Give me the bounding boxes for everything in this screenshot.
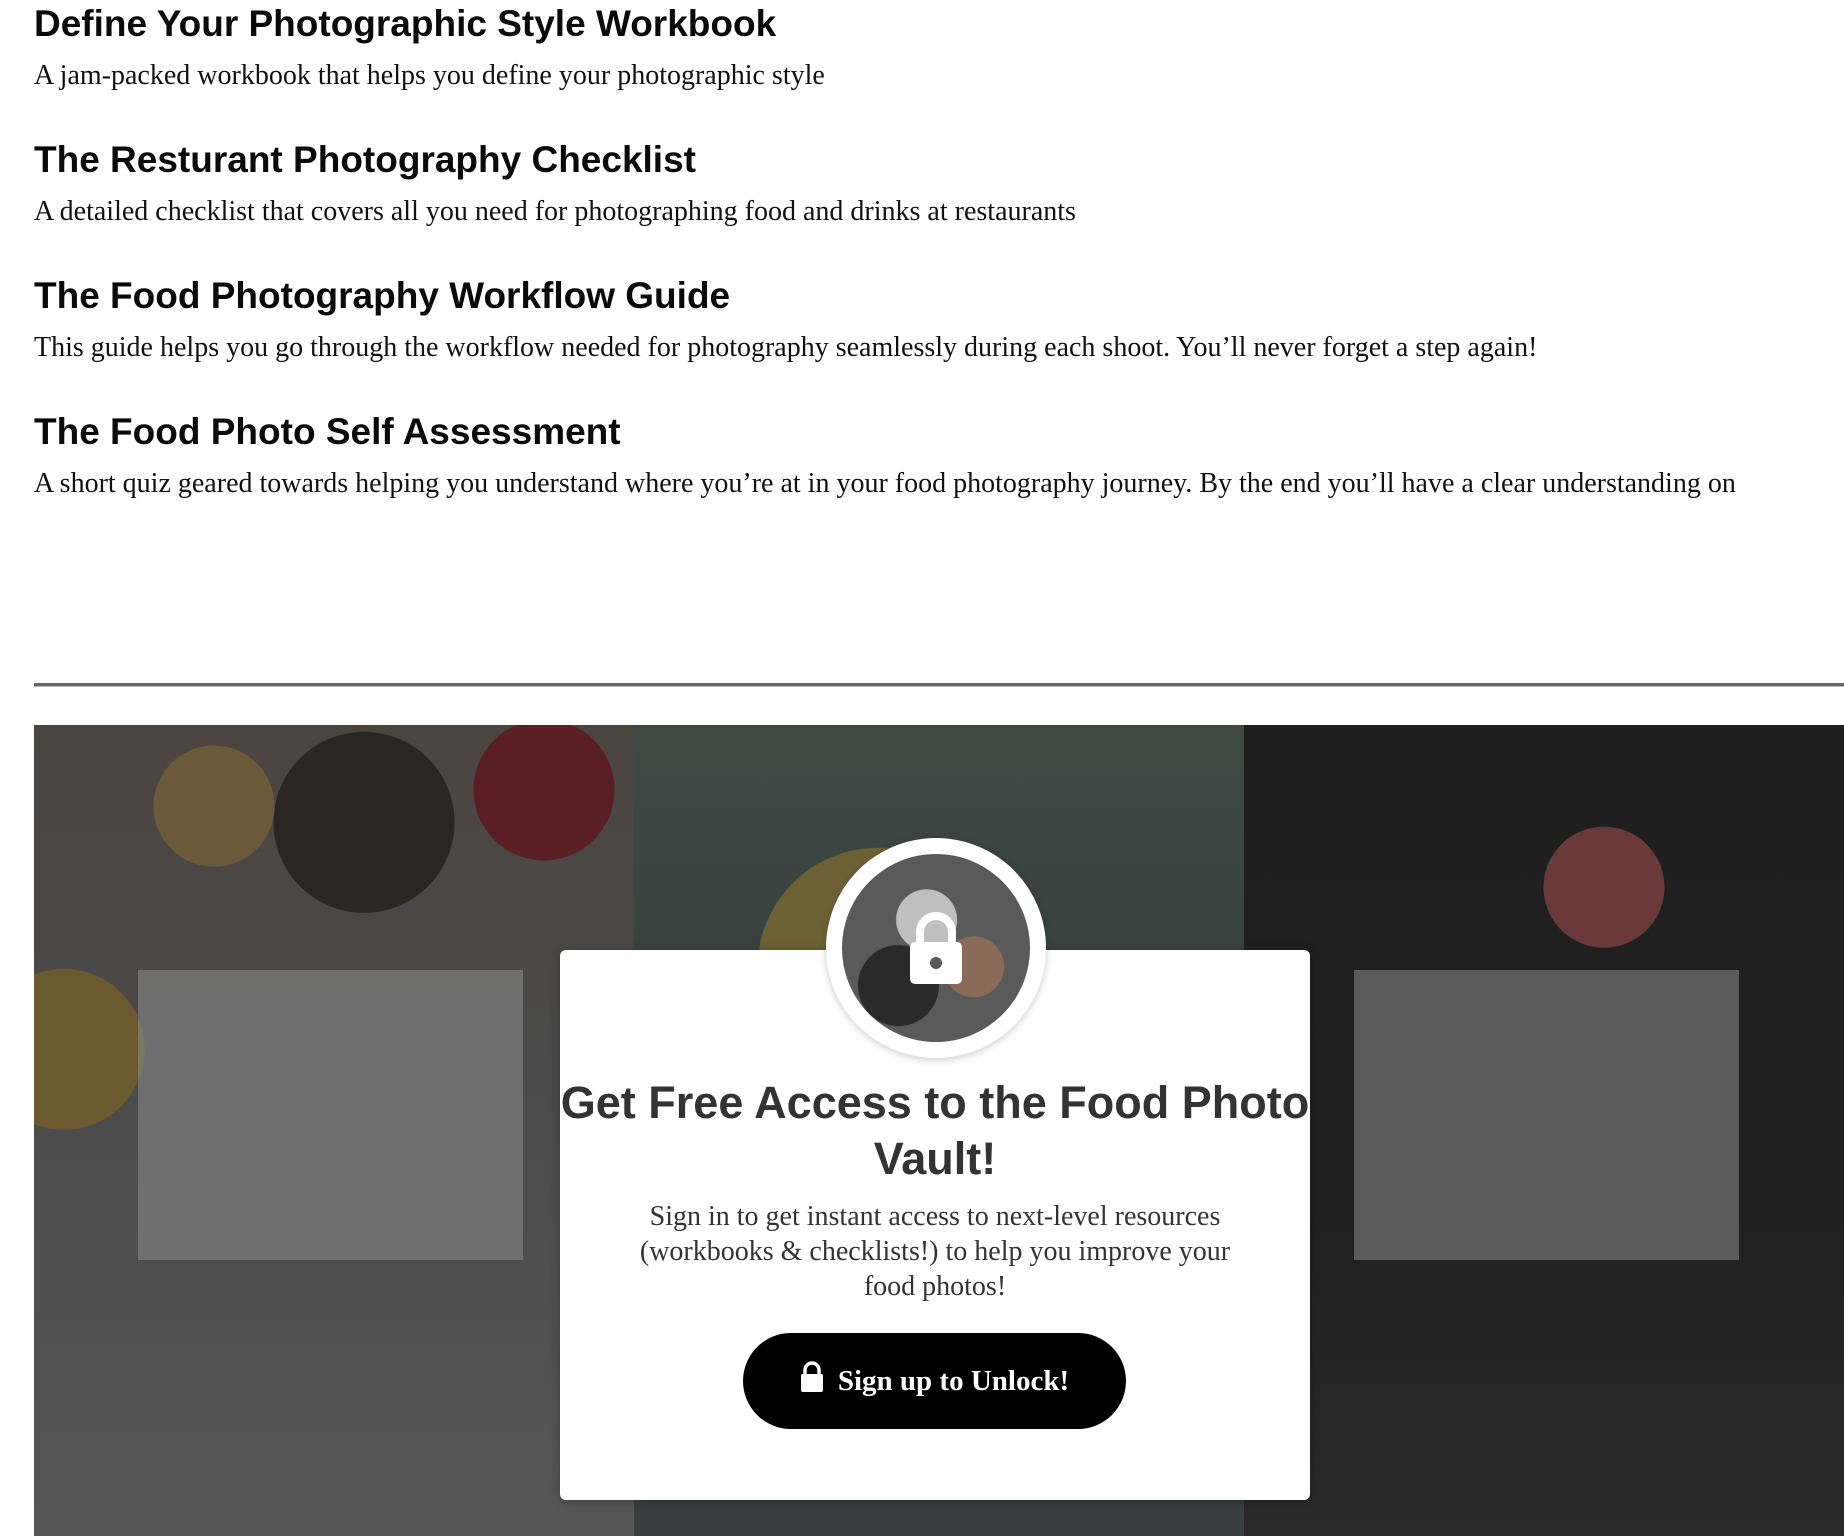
resource-description: A detailed checklist that covers all you… — [34, 196, 1076, 227]
resource-title: The Food Photo Self Assessment — [34, 411, 621, 452]
resource-description: A short quiz geared towards helping you … — [34, 468, 1736, 499]
blurred-card — [138, 970, 523, 1260]
blurred-card — [1354, 970, 1739, 1260]
button-label: Sign up to Unlock! — [837, 1364, 1070, 1397]
resource-item: Define Your Photographic Style Workbook … — [34, 0, 1824, 98]
resource-title: The Resturant Photography Checklist — [34, 139, 696, 180]
vault-title: Get Free Access to the Food Photo Vault! — [560, 1077, 1310, 1184]
resource-item: The Food Photo Self Assessment A short q… — [34, 408, 1824, 506]
resource-description: A jam-packed workbook that helps you def… — [34, 60, 825, 91]
sign-up-unlock-button[interactable]: Sign up to Unlock! — [743, 1333, 1126, 1429]
resource-list: Define Your Photographic Style Workbook … — [34, 0, 1824, 506]
resource-item: The Food Photography Workflow Guide This… — [34, 272, 1824, 370]
lock-icon — [800, 1361, 824, 1401]
resource-title: The Food Photography Workflow Guide — [34, 275, 731, 316]
resource-item: The Resturant Photography Checklist A de… — [34, 136, 1824, 234]
resource-description: This guide helps you go through the work… — [34, 332, 1538, 363]
resource-title: Define Your Photographic Style Workbook — [34, 3, 777, 44]
lock-badge — [826, 838, 1046, 1058]
lock-icon — [842, 854, 1030, 1042]
vault-description: Sign in to get instant access to next-le… — [639, 1201, 1231, 1302]
section-divider — [34, 683, 1844, 687]
